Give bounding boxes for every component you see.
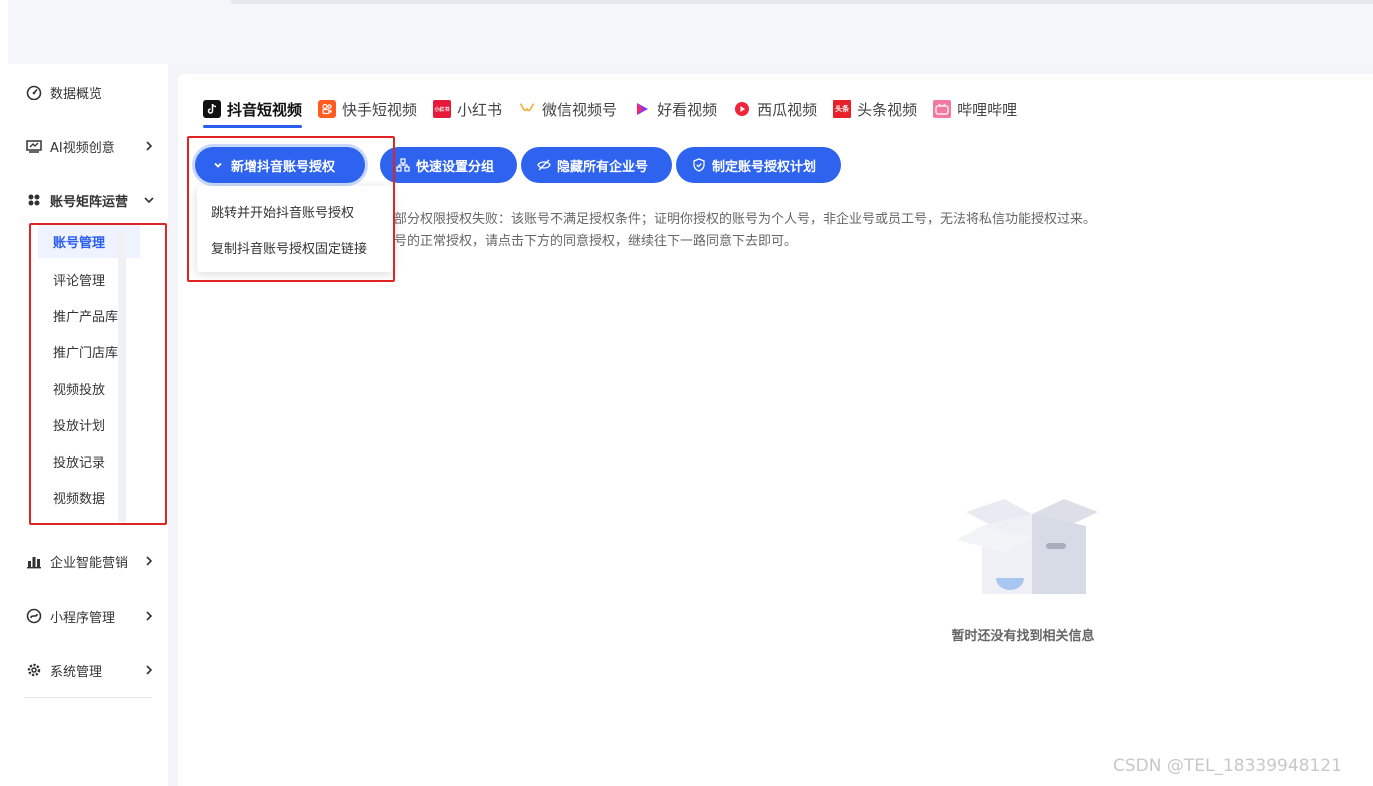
bilibili-icon	[933, 100, 952, 118]
toutiao-icon: 头条	[833, 100, 852, 118]
tab-xigua[interactable]: 西瓜视频	[733, 96, 817, 122]
chevron-right-icon	[146, 556, 153, 566]
tab-label: 抖音短视频	[227, 100, 303, 119]
tab-haokan[interactable]: 好看视频	[633, 96, 717, 122]
chevron-down-icon	[144, 197, 154, 204]
sidebar-item-label: 账号矩阵运营	[50, 194, 129, 210]
shield-icon	[692, 158, 706, 172]
kuaishou-icon	[318, 100, 337, 118]
gear-icon	[26, 662, 42, 678]
button-label: 隐藏所有企业号	[557, 159, 649, 175]
sidebar-item-account-matrix[interactable]: 账号矩阵运营	[26, 189, 156, 211]
button-label: 制定账号授权计划	[712, 159, 817, 175]
wechat-channels-icon	[518, 100, 536, 118]
sidebar-highlight-box	[29, 223, 167, 525]
sidebar-item-label: 企业智能营销	[50, 555, 129, 571]
notice-line-1: 部分权限授权失败：该账号不满足授权条件；证明你授权的账号为个人号，非企业号或员工…	[394, 212, 1097, 227]
chevron-right-icon	[146, 665, 153, 675]
watermark: CSDN @TEL_18339948121	[1113, 756, 1342, 776]
tab-label: 哔哩哔哩	[957, 100, 1018, 119]
tab-label: 头条视频	[857, 100, 918, 119]
quick-group-button[interactable]: 快速设置分组	[380, 147, 517, 183]
group-icon	[396, 158, 410, 172]
eye-off-icon	[537, 158, 551, 172]
haokan-icon	[633, 100, 651, 118]
dropdown-highlight-box	[187, 136, 395, 282]
auth-plan-button[interactable]: 制定账号授权计划	[676, 147, 841, 183]
sidebar-item-ai-video[interactable]: AI视频创意	[26, 135, 156, 157]
empty-state-text: 暂时还没有找到相关信息	[951, 629, 1095, 644]
sidebar-item-dashboard[interactable]: 数据概览	[26, 81, 156, 103]
sidebar-item-label: 数据概览	[50, 86, 103, 102]
main-panel: 抖音短视频 快手短视频 小红书 小红书 微信视频号 好看视频 西瓜视频 头条 头…	[178, 74, 1373, 786]
left-edge	[0, 0, 8, 786]
tab-wechat-channels[interactable]: 微信视频号	[518, 96, 617, 122]
chevron-right-icon	[146, 611, 153, 621]
tab-label: 快手短视频	[342, 100, 418, 119]
tab-label: 好看视频	[657, 100, 718, 119]
empty-state: 暂时还没有找到相关信息	[948, 494, 1098, 644]
video-creative-icon	[26, 138, 42, 154]
hide-enterprise-button[interactable]: 隐藏所有企业号	[521, 147, 672, 183]
top-header	[0, 0, 1373, 64]
tab-xiaohongshu[interactable]: 小红书 小红书	[433, 96, 502, 122]
sidebar-item-label: 系统管理	[50, 664, 103, 680]
sidebar-item-label: 小程序管理	[50, 610, 116, 626]
douyin-icon	[203, 100, 221, 118]
tab-toutiao[interactable]: 头条 头条视频	[833, 96, 917, 122]
notice-line-2: 号的正常授权，请点击下方的同意授权，继续往下一路同意下去即可。	[394, 234, 798, 249]
matrix-icon	[26, 192, 42, 208]
sidebar-divider	[24, 697, 152, 698]
tab-label: 西瓜视频	[757, 100, 818, 119]
tab-kuaishou[interactable]: 快手短视频	[318, 96, 417, 122]
platform-tabs: 抖音短视频 快手短视频 小红书 小红书 微信视频号 好看视频 西瓜视频 头条 头…	[203, 96, 1033, 128]
sidebar-item-enterprise-marketing[interactable]: 企业智能营销	[26, 550, 156, 572]
sidebar-item-mini-program[interactable]: 小程序管理	[26, 605, 156, 627]
dashboard-icon	[26, 84, 42, 100]
tab-douyin[interactable]: 抖音短视频	[203, 96, 303, 128]
chevron-right-icon	[146, 141, 153, 151]
tab-label: 小红书	[457, 100, 503, 119]
mini-program-icon	[26, 608, 42, 624]
bar-chart-icon	[26, 553, 42, 569]
header-strip	[230, 0, 1373, 4]
sidebar-item-label: AI视频创意	[50, 140, 115, 156]
empty-box-icon	[956, 499, 1098, 594]
xiaohongshu-icon: 小红书	[433, 100, 452, 118]
tab-bilibili[interactable]: 哔哩哔哩	[933, 96, 1017, 122]
tab-label: 微信视频号	[542, 100, 618, 119]
xigua-icon	[733, 100, 751, 118]
button-label: 快速设置分组	[416, 159, 495, 175]
sidebar-item-system[interactable]: 系统管理	[26, 659, 156, 681]
